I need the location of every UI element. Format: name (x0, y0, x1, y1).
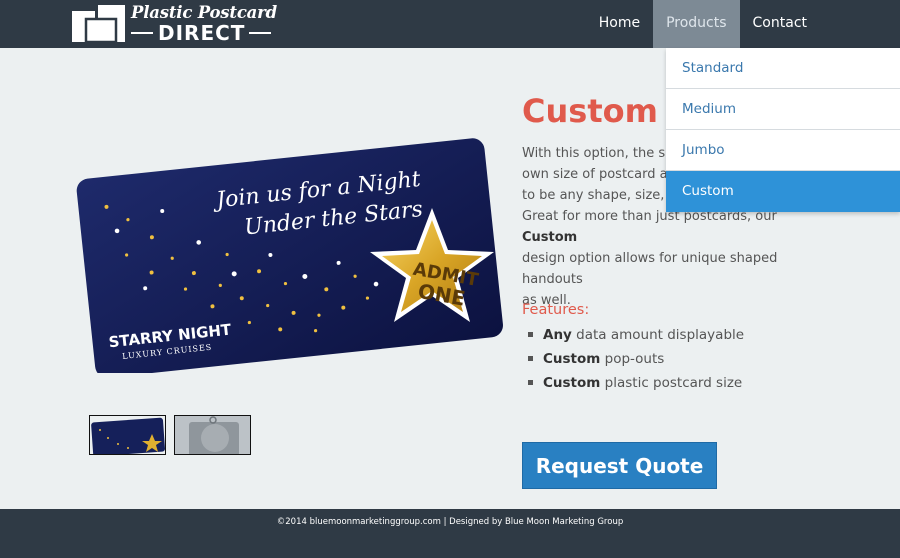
feature-item: Custom pop-outs (528, 347, 744, 371)
logo-dash-left (131, 32, 153, 34)
thumbnail-image (90, 416, 165, 454)
dropdown-item-jumbo[interactable]: Jumbo (666, 130, 900, 171)
footer-copyright: ©2014 bluemoonmarketinggroup.com | Desig… (276, 517, 624, 527)
dropdown-item-standard[interactable]: Standard (666, 48, 900, 89)
features-heading: Features: (522, 302, 590, 318)
feature-item: Custom plastic postcard size (528, 371, 744, 395)
products-dropdown: Standard Medium Jumbo Custom (666, 48, 900, 212)
feature-bold: Custom (543, 351, 601, 367)
feature-text: data amount displayable (571, 327, 745, 343)
product-title: Custom (522, 92, 658, 130)
desc-line-2: own size of postcard and (522, 167, 685, 182)
thumbnail-happy-holidays[interactable] (174, 415, 251, 455)
logo-text-top: Plastic Postcard (131, 3, 277, 22)
logo-word: DIRECT (158, 21, 246, 45)
feature-text: pop-outs (600, 351, 665, 367)
feature-bold: Custom (543, 375, 601, 391)
product-image: Join us for a Night Under the Stars STAR… (76, 138, 503, 373)
nav-products[interactable]: Products (653, 0, 740, 48)
main-nav: Home Products Contact (586, 0, 820, 48)
site-logo[interactable]: Plastic Postcard DIRECT (72, 3, 277, 45)
dropdown-item-custom[interactable]: Custom (666, 171, 900, 212)
feature-text: plastic postcard size (600, 375, 743, 391)
feature-bold: Any (543, 327, 572, 343)
dropdown-item-medium[interactable]: Medium (666, 89, 900, 130)
request-quote-button[interactable]: Request Quote (522, 442, 717, 489)
feature-item: Any data amount displayable (528, 323, 744, 347)
logo-text-bottom: DIRECT (131, 21, 271, 45)
desc-bold: Custom (522, 230, 578, 245)
desc-line-3: to be any shape, size, an (522, 188, 685, 203)
thumbnail-starry-night[interactable] (89, 415, 166, 455)
nav-contact[interactable]: Contact (740, 0, 820, 48)
nav-home[interactable]: Home (586, 0, 653, 48)
desc-line-5: design option allows for unique shaped h… (522, 251, 778, 287)
postcard-logo-icon (72, 5, 125, 42)
logo-dash-right (249, 32, 271, 34)
thumbnail-image (175, 416, 250, 454)
site-footer: ©2014 bluemoonmarketinggroup.com | Desig… (0, 509, 900, 558)
features-list: Any data amount displayable Custom pop-o… (528, 323, 744, 395)
site-header: Plastic Postcard DIRECT Home Products Co… (0, 0, 900, 48)
desc-line-1: With this option, the sky (522, 146, 680, 161)
